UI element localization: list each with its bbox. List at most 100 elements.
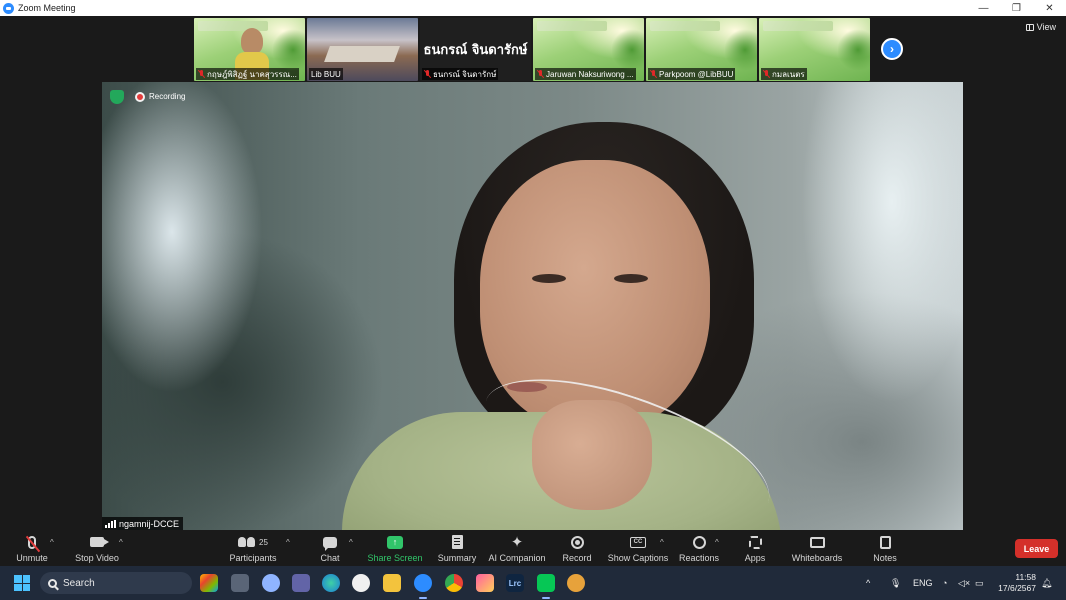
mic-off-icon xyxy=(28,535,36,549)
notification-bell-icon[interactable]: 🔔︎ xyxy=(1041,566,1052,600)
connection-signal-icon xyxy=(105,519,116,528)
unmute-button[interactable]: Unmute xyxy=(14,533,50,563)
microphone-tray-icon[interactable]: 🎙 xyxy=(890,566,901,600)
captions-icon: CC xyxy=(630,536,646,548)
video-options-caret[interactable]: ^ xyxy=(119,538,123,547)
summary-label: Summary xyxy=(437,553,477,563)
participant-thumbnail[interactable]: ธนกรณ์ จินดารักษ์ ธนกรณ์ จินดารักษ์ xyxy=(420,18,531,81)
show-hidden-icons-button[interactable]: ^ xyxy=(866,566,870,600)
summary-button[interactable]: Summary xyxy=(436,533,478,563)
participant-thumbnail[interactable]: Parkpoom @LibBUU xyxy=(646,18,757,81)
stop-video-button[interactable]: Stop Video xyxy=(74,533,120,563)
chrome-app-icon[interactable] xyxy=(352,574,370,592)
participant-thumbnail-strip: กฤษฎ์พิสิฏฐ์ นาคสุวรรณ... Lib BUU ธนกรณ์… xyxy=(194,18,870,81)
taskbar-search-label: Search xyxy=(63,577,95,589)
video-camera-icon xyxy=(90,537,109,547)
close-button[interactable]: ✕ xyxy=(1033,0,1066,16)
language-indicator[interactable]: ENG xyxy=(913,566,933,600)
windows-start-icon[interactable] xyxy=(14,575,30,591)
reaction-smiley-icon xyxy=(692,535,706,549)
participants-count: 25 xyxy=(259,537,268,547)
copilot-icon[interactable] xyxy=(262,574,280,592)
clock-date: 17/6/2567 xyxy=(998,583,1036,593)
next-page-button[interactable]: › xyxy=(881,38,903,60)
mic-muted-icon xyxy=(424,70,431,78)
wifi-icon[interactable]: ◔ xyxy=(942,566,947,600)
participants-button[interactable]: 25 Participants xyxy=(228,533,278,563)
zoom-taskbar-icon[interactable] xyxy=(414,574,432,592)
minimize-button[interactable]: — xyxy=(967,0,1000,16)
unmute-label: Unmute xyxy=(16,553,48,563)
photos-icon[interactable] xyxy=(476,574,494,592)
participant-thumbnail[interactable]: Jaruwan Naksuriwong ... xyxy=(533,18,644,81)
share-screen-button[interactable]: ↑ Share Screen xyxy=(367,533,423,563)
reactions-button[interactable]: Reactions xyxy=(678,533,720,563)
teams-icon[interactable] xyxy=(292,574,310,592)
chevron-right-icon: › xyxy=(890,42,894,56)
whiteboards-label: Whiteboards xyxy=(791,553,843,563)
participant-thumbnail[interactable]: กมลเนตร xyxy=(759,18,870,81)
reactions-label: Reactions xyxy=(678,553,720,563)
chat-options-caret[interactable]: ^ xyxy=(349,538,353,547)
widgets-icon[interactable] xyxy=(200,574,218,592)
active-app-indicator xyxy=(542,597,550,599)
stop-video-label: Stop Video xyxy=(75,553,119,563)
chat-button[interactable]: Chat xyxy=(316,533,344,563)
participant-video xyxy=(235,28,269,80)
whiteboards-button[interactable]: Whiteboards xyxy=(790,533,844,563)
line-app-icon[interactable] xyxy=(537,574,555,592)
whiteboard-icon xyxy=(809,536,825,548)
captions-options-caret[interactable]: ^ xyxy=(660,538,664,547)
speaker-eye xyxy=(532,274,566,283)
view-button[interactable]: View xyxy=(1025,22,1056,32)
participants-options-caret[interactable]: ^ xyxy=(286,538,290,547)
search-icon xyxy=(48,578,57,588)
apps-icon xyxy=(748,535,762,549)
encryption-shield-icon[interactable] xyxy=(110,90,124,104)
ai-companion-button[interactable]: ✦ AI Companion xyxy=(488,533,546,563)
notes-button[interactable]: Notes xyxy=(870,533,900,563)
battery-icon[interactable]: ▭ xyxy=(975,566,984,600)
paw-app-icon[interactable] xyxy=(567,574,585,592)
window-titlebar: Zoom Meeting — ❐ ✕ xyxy=(0,0,1066,16)
participant-thumbnail[interactable]: กฤษฎ์พิสิฏฐ์ นาคสุวรรณ... xyxy=(194,18,305,81)
window-title: Zoom Meeting xyxy=(18,3,76,13)
volume-muted-icon[interactable]: ◁× xyxy=(958,566,970,600)
participants-icon xyxy=(238,537,256,547)
record-button[interactable]: Record xyxy=(560,533,594,563)
participant-name-tag: กฤษฎ์พิสิฏฐ์ นาคสุวรรณ... xyxy=(196,68,299,80)
file-explorer-icon[interactable] xyxy=(383,574,401,592)
chrome-icon[interactable] xyxy=(445,574,463,592)
apps-button[interactable]: Apps xyxy=(742,533,768,563)
mic-muted-icon xyxy=(763,70,770,78)
active-app-indicator xyxy=(419,597,427,599)
lightroom-icon[interactable]: Lrc xyxy=(506,574,524,592)
meeting-toolbar: Unmute ^ Stop Video ^ 25 Participants ^ … xyxy=(0,530,1066,566)
reactions-options-caret[interactable]: ^ xyxy=(715,538,719,547)
audio-options-caret[interactable]: ^ xyxy=(50,538,54,547)
recording-label: Recording xyxy=(149,92,186,101)
edge-browser-icon[interactable] xyxy=(322,574,340,592)
ai-companion-label: AI Companion xyxy=(488,553,546,563)
restore-button[interactable]: ❐ xyxy=(1000,0,1033,16)
clock-time: 11:58 xyxy=(1015,572,1036,582)
share-screen-icon: ↑ xyxy=(387,535,403,549)
recording-icon xyxy=(135,92,145,102)
chat-icon xyxy=(323,536,337,551)
mic-muted-icon xyxy=(198,70,205,78)
grid-icon xyxy=(1025,23,1034,31)
show-captions-button[interactable]: CC Show Captions xyxy=(608,533,668,563)
task-view-icon[interactable] xyxy=(231,574,249,592)
participant-name-tag: Lib BUU xyxy=(309,68,343,80)
zoom-app-icon xyxy=(3,2,14,14)
participant-name-tag: Jaruwan Naksuriwong ... xyxy=(535,68,636,80)
participant-thumbnail[interactable]: Lib BUU xyxy=(307,18,418,81)
view-button-label: View xyxy=(1036,22,1056,32)
taskbar-clock[interactable]: 11:58 17/6/2567 xyxy=(998,572,1036,594)
active-speaker-video: Recording ngamnij-DCCE xyxy=(102,82,963,530)
taskbar-search-box[interactable]: Search xyxy=(40,572,192,594)
record-icon xyxy=(570,535,584,549)
participant-name-tag: กมลเนตร xyxy=(761,68,807,80)
leave-button[interactable]: Leave xyxy=(1015,539,1058,558)
notes-label: Notes xyxy=(873,553,897,563)
